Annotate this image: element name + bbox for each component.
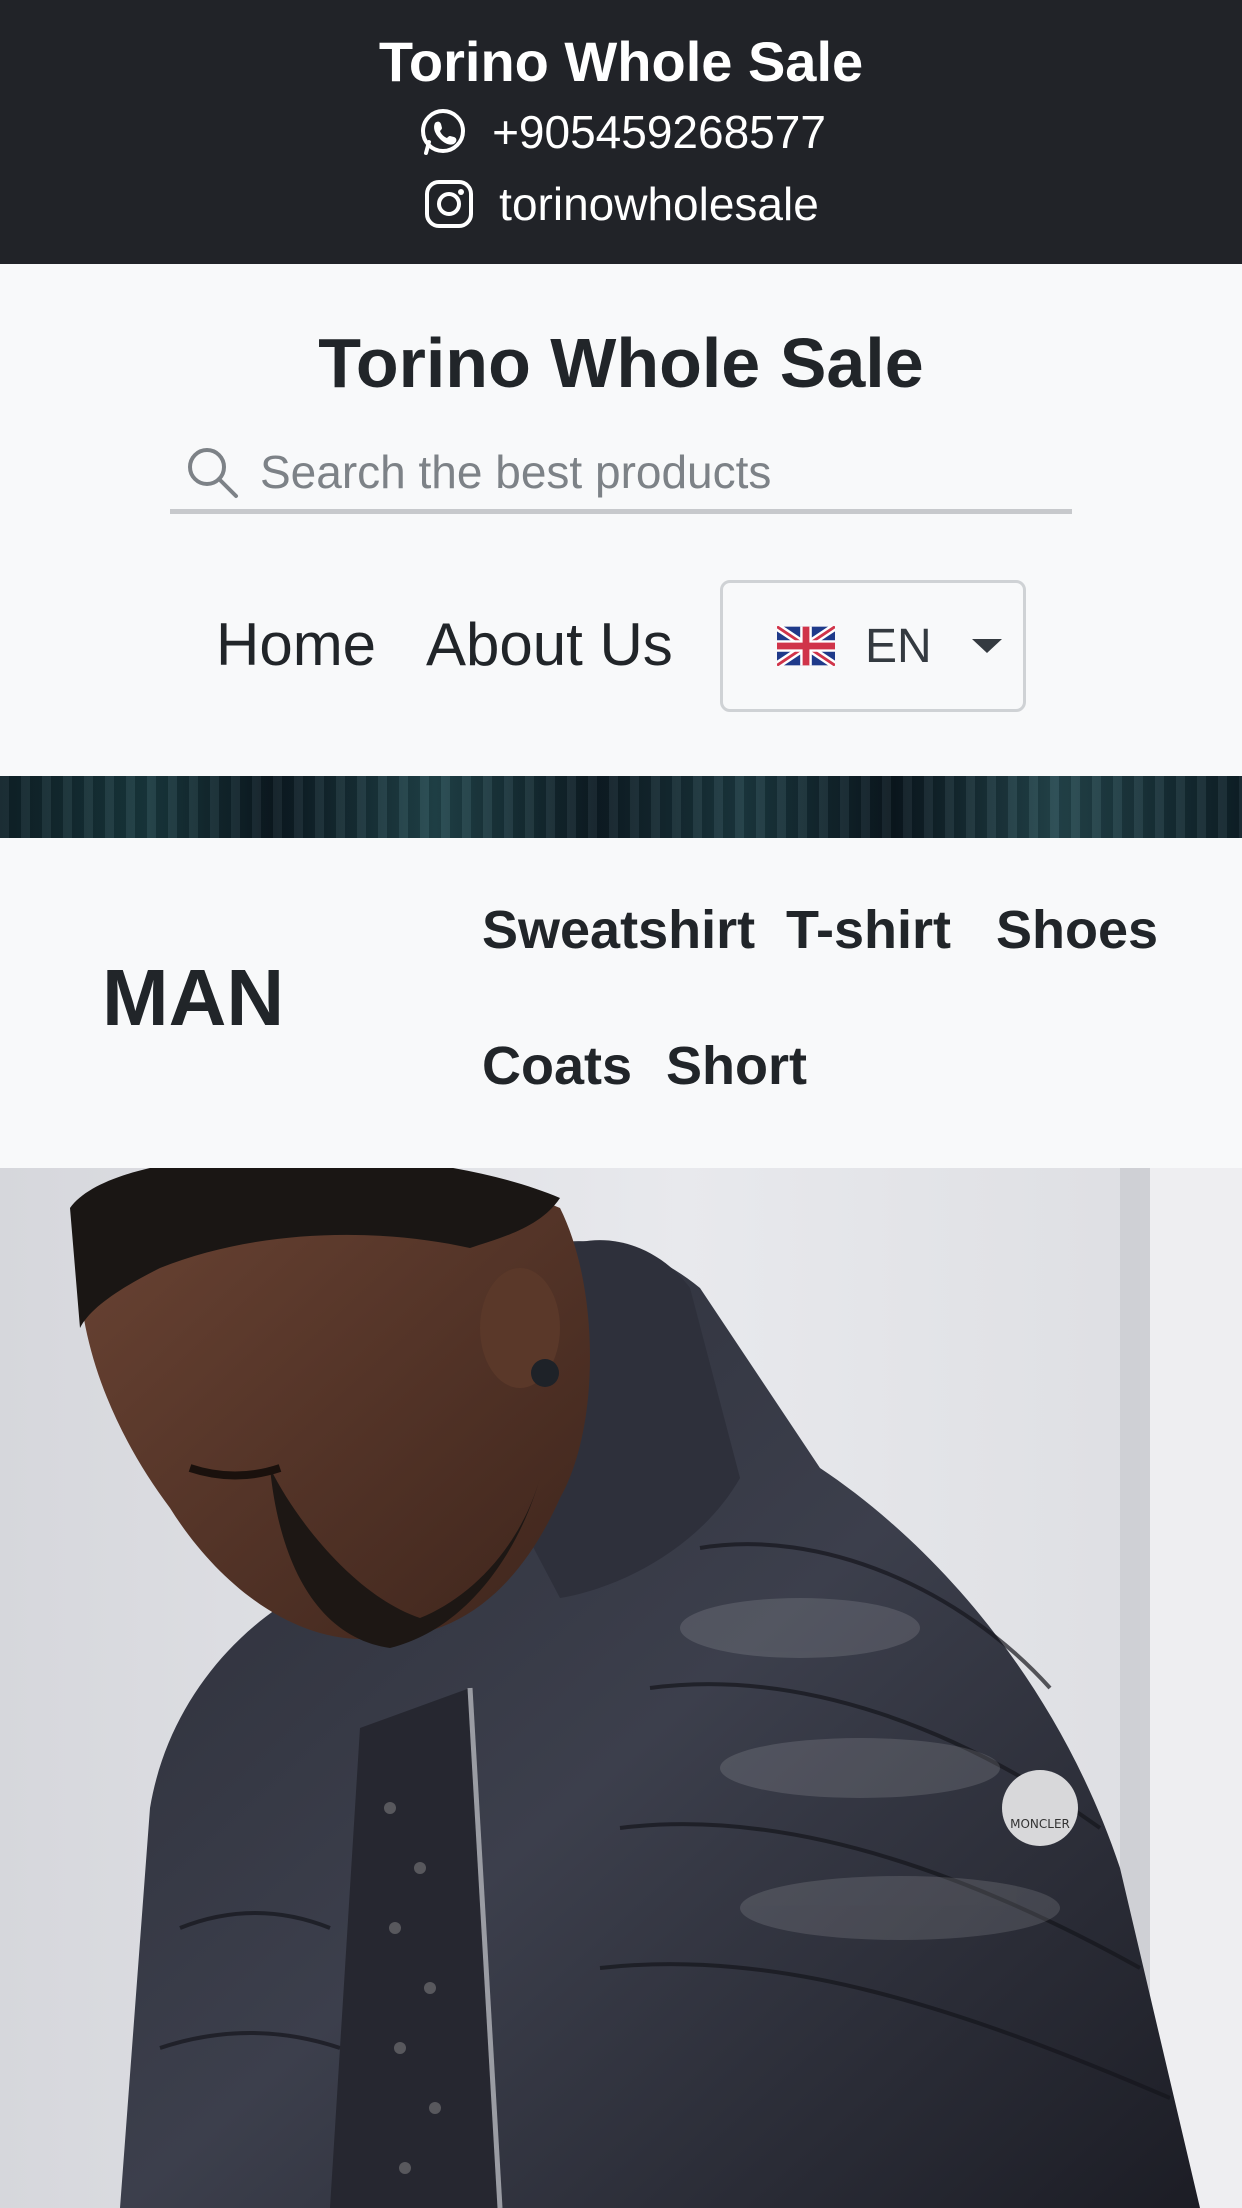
whatsapp-icon	[421, 109, 466, 155]
instagram-handle[interactable]: torinowholesale	[499, 174, 819, 234]
nav-about-link[interactable]: About Us	[426, 610, 673, 680]
site-title[interactable]: Torino Whole Sale	[0, 318, 1242, 408]
language-code: EN	[865, 619, 932, 673]
topbar-brand: Torino Whole Sale	[378, 30, 864, 93]
phone-number[interactable]: +905459268577	[492, 102, 826, 162]
site-header: Torino Whole Sale Home About Us EN	[0, 264, 1242, 776]
hero-image[interactable]: MONCLER	[0, 1168, 1242, 2208]
nav-home-link[interactable]: Home	[216, 610, 376, 680]
language-dropdown[interactable]: EN	[720, 580, 1026, 712]
category-menu: MAN Sweatshirt T-shirt Shoes Coats Short	[0, 838, 1242, 1168]
moncler-badge-text: MONCLER	[1010, 1817, 1070, 1831]
category-title[interactable]: MAN	[102, 950, 284, 1046]
man-in-puffer-jacket-image: MONCLER	[0, 1168, 1242, 2208]
uk-flag-icon	[777, 626, 835, 666]
main-nav: Home About Us EN	[0, 580, 1242, 712]
instagram-contact[interactable]: torinowholesale	[0, 174, 1242, 234]
category-sweatshirt[interactable]: Sweatshirt	[482, 898, 755, 962]
category-coats[interactable]: Coats	[482, 1034, 632, 1098]
category-short[interactable]: Short	[666, 1034, 807, 1098]
chevron-down-icon	[971, 639, 1002, 653]
category-shoes[interactable]: Shoes	[996, 898, 1158, 962]
category-tshirt[interactable]: T-shirt	[786, 898, 951, 962]
instagram-icon	[425, 180, 474, 228]
phone-contact[interactable]: +905459268577	[0, 102, 1242, 162]
search-bar[interactable]	[170, 434, 1072, 514]
search-input[interactable]	[260, 444, 1040, 499]
search-icon	[188, 447, 238, 498]
top-contact-bar: Torino Whole Sale +905459268577 torinowh…	[0, 0, 1242, 264]
moncler-badge: MONCLER	[1002, 1770, 1078, 1846]
banner-strip	[0, 776, 1242, 838]
